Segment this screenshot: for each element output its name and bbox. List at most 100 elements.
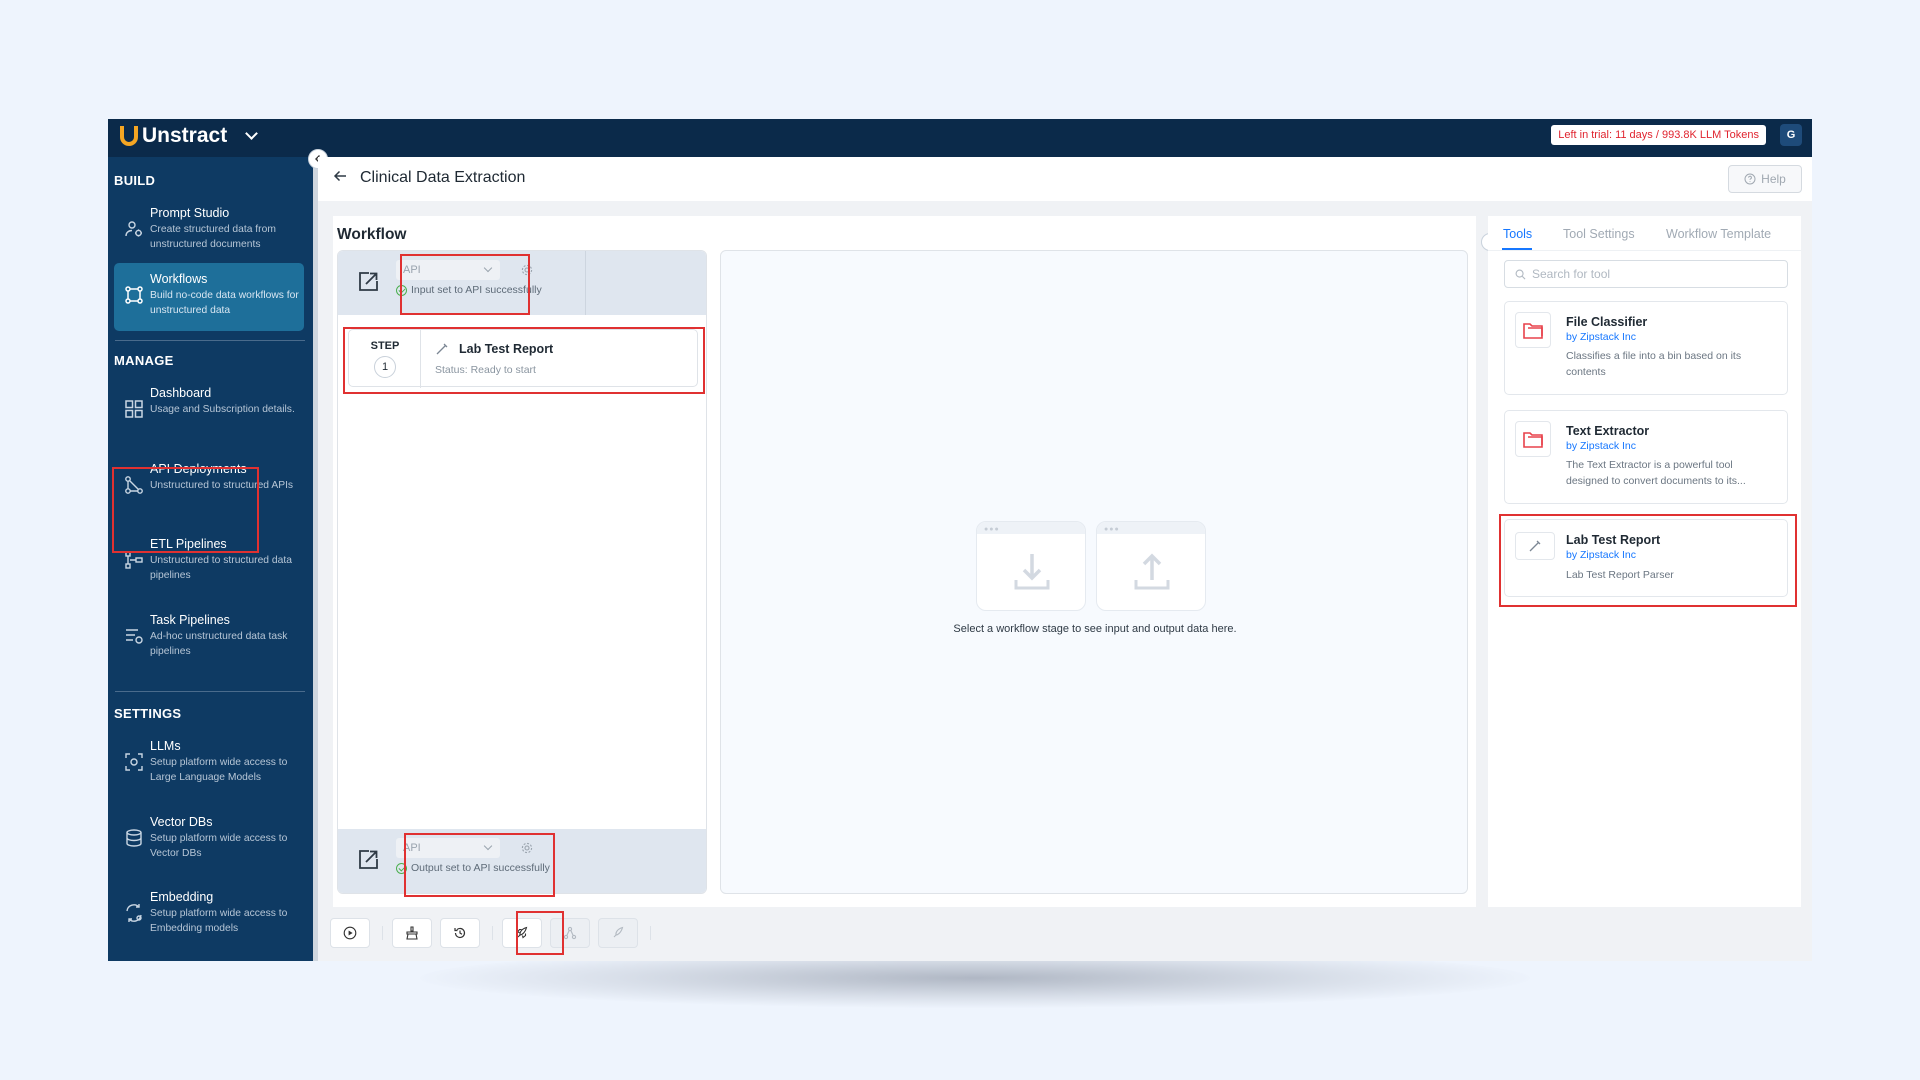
broom-icon (406, 926, 418, 940)
history-button[interactable] (440, 918, 480, 948)
tab-divider (1488, 250, 1801, 251)
help-icon (1744, 173, 1756, 185)
input-gear-icon[interactable] (520, 263, 534, 277)
tool-search-input[interactable]: Search for tool (1504, 260, 1788, 288)
dashboard-icon (124, 399, 144, 419)
sidebar-item-label: Prompt Studio (150, 206, 230, 220)
deploy-etl-pipeline-button[interactable] (550, 918, 590, 948)
deploy-task-pipeline-button[interactable] (598, 918, 638, 948)
sidebar-item-task-pipelines[interactable]: Task Pipelines Ad-hoc unstructured data … (114, 604, 304, 672)
workflow-steps: API Input set to API successfully STEP 1… (337, 250, 707, 894)
check-circle-icon (396, 284, 407, 296)
sidebar: BUILD Prompt Studio Create structured da… (108, 157, 313, 961)
output-gear-icon[interactable] (520, 841, 534, 855)
sidebar-item-llms[interactable]: LLMs Setup platform wide access to Large… (114, 730, 304, 798)
sidebar-item-description: Setup platform wide access to Large Lang… (150, 757, 288, 783)
tools-panel: Tools Tool Settings Workflow Template Se… (1488, 216, 1801, 907)
deploy-api-button[interactable] (502, 918, 542, 948)
tool-description: Classifies a file into a bin based on it… (1566, 350, 1742, 378)
page-header: Clinical Data Extraction Help (318, 157, 1812, 201)
workflow-step[interactable]: STEP 1 Lab Test Report Status: Ready to … (348, 329, 698, 388)
step-index: STEP 1 (349, 330, 421, 388)
sidebar-item-dashboard[interactable]: Dashboard Usage and Subscription details… (114, 377, 304, 445)
sidebar-item-api-deployments[interactable]: API Deployments Unstructured to structur… (114, 453, 304, 521)
etl-pipelines-icon (124, 550, 144, 570)
tool-description: Lab Test Report Parser (1566, 569, 1674, 581)
tab-tools[interactable]: Tools (1503, 227, 1532, 241)
input-data-tile: ●●● (976, 521, 1086, 611)
sidebar-item-vector-dbs[interactable]: Vector DBs Setup platform wide access to… (114, 806, 304, 874)
prompt-studio-icon (124, 219, 144, 239)
search-placeholder: Search for tool (1532, 267, 1611, 281)
workflows-icon (124, 285, 144, 305)
toolbar-divider (492, 926, 493, 940)
back-arrow-icon[interactable] (332, 168, 348, 184)
output-data-tile: ●●● (1096, 521, 1206, 611)
trial-notice[interactable]: Left in trial: 11 days / 993.8K LLM Toke… (1551, 125, 1766, 145)
external-link-icon (359, 272, 378, 291)
brand-logo[interactable]: Unstract (120, 124, 259, 148)
output-settings: API Output set to API successfully (396, 838, 550, 874)
page-title: Clinical Data Extraction (360, 169, 526, 186)
step-number: 1 (374, 356, 396, 378)
tool-card-text-extractor[interactable]: Text Extractor by Zipstack Inc The Text … (1504, 410, 1788, 504)
vector-db-icon (124, 828, 144, 848)
sidebar-item-label: ETL Pipelines (150, 537, 227, 551)
sidebar-item-prompt-studio[interactable]: Prompt Studio Create structured data fro… (114, 197, 304, 265)
help-label: Help (1761, 172, 1786, 186)
tool-pen-icon (1515, 532, 1555, 560)
workflow-title: Workflow (337, 226, 407, 243)
sidebar-item-label: Dashboard (150, 386, 212, 400)
rocket-icon (516, 926, 528, 939)
tool-card-lab-test-report[interactable]: Lab Test Report by Zipstack Inc Lab Test… (1504, 519, 1788, 597)
input-settings: API Input set to API successfully (396, 260, 542, 296)
sidebar-item-description: Setup platform wide access to Embedding … (150, 908, 288, 934)
sidebar-item-workflows[interactable]: Workflows Build no-code data workflows f… (114, 263, 304, 331)
help-button[interactable]: Help (1728, 165, 1802, 193)
input-config: API Input set to API successfully (338, 251, 706, 315)
chevron-down-icon (483, 841, 493, 851)
folder-icon (1515, 421, 1551, 457)
tool-pen-icon (436, 343, 448, 355)
step-label: STEP (370, 340, 400, 352)
upload-icon (1134, 553, 1170, 590)
app-window: Unstract Left in trial: 11 days / 993.8K… (108, 119, 1812, 961)
api-deployments-icon (124, 475, 144, 495)
output-type-select[interactable]: API (396, 838, 500, 858)
tab-workflow-template[interactable]: Workflow Template (1666, 227, 1771, 241)
output-config: API Output set to API successfully (338, 829, 706, 893)
sidebar-item-label: Vector DBs (150, 815, 213, 829)
sidebar-item-description: Build no-code data workflows for unstruc… (150, 290, 299, 316)
tab-tool-settings[interactable]: Tool Settings (1563, 227, 1635, 241)
tool-description: The Text Extractor is a powerful tool de… (1566, 459, 1746, 487)
user-avatar[interactable]: G (1780, 124, 1802, 146)
sidebar-item-etl-pipelines[interactable]: ETL Pipelines Unstructured to structured… (114, 528, 304, 596)
input-status: Input set to API successfully (396, 284, 542, 296)
input-type-select[interactable]: API (396, 260, 500, 280)
tool-name: Text Extractor (1566, 424, 1650, 438)
rocket-icon (613, 926, 624, 938)
unstract-logo-icon (120, 126, 138, 146)
bottom-toolbar (318, 907, 1812, 961)
tool-card-file-classifier[interactable]: File Classifier by Zipstack Inc Classifi… (1504, 301, 1788, 395)
section-build: BUILD (114, 173, 156, 188)
sidebar-scrollbar[interactable] (313, 157, 318, 961)
sidebar-item-label: API Deployments (150, 462, 247, 476)
band-divider (585, 251, 586, 315)
tool-author-link[interactable]: by Zipstack Inc (1566, 440, 1636, 452)
section-settings: SETTINGS (114, 706, 182, 721)
step-name: Lab Test Report (459, 342, 554, 356)
clear-button[interactable] (392, 918, 432, 948)
check-circle-icon (396, 862, 407, 874)
search-icon (1515, 269, 1526, 279)
chevron-down-icon[interactable] (245, 127, 259, 140)
run-workflow-button[interactable] (330, 918, 370, 948)
sidebar-item-label: Workflows (150, 272, 208, 286)
play-circle-icon (343, 926, 357, 940)
sidebar-item-embedding[interactable]: Embedding Setup platform wide access to … (114, 881, 304, 949)
toolbar-divider (650, 926, 651, 940)
workflow-panel: Workflow API Input set to API successful… (333, 216, 1476, 907)
tool-author-link[interactable]: by Zipstack Inc (1566, 549, 1636, 561)
tool-author-link[interactable]: by Zipstack Inc (1566, 331, 1636, 343)
io-data-view: ●●● ●●● Select a workflow stage to see i… (720, 250, 1468, 894)
